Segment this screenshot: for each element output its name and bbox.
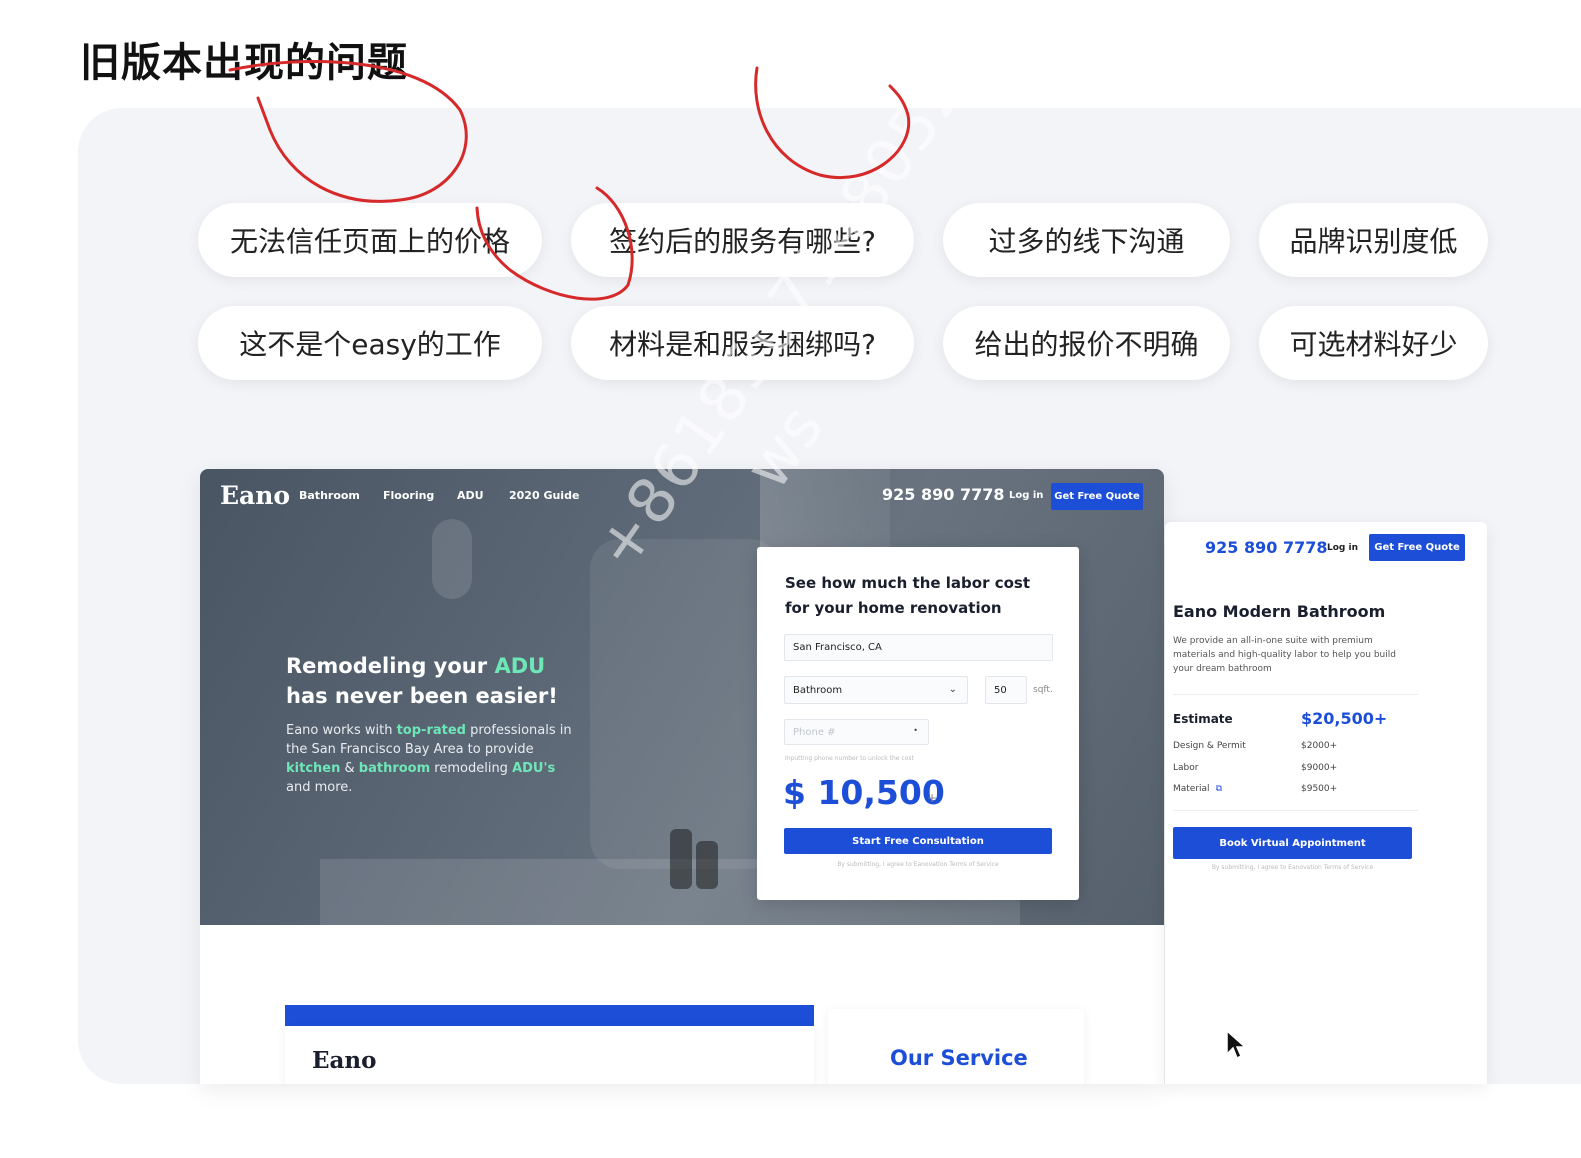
hero-photo-mirror [590, 539, 780, 869]
issue-pill: 这不是个easy的工作 [198, 306, 542, 380]
section-accent-bar [285, 1005, 814, 1026]
terms-note: By submitting, I agree to Eanovation Ter… [837, 861, 999, 868]
slide-title: 旧版本出现的问题 [80, 40, 408, 86]
phone-number[interactable]: 925 890 7778 [882, 485, 1004, 504]
estimate-row-label: Design & Permit [1173, 741, 1246, 751]
hero-text: and more. [286, 780, 353, 795]
start-consultation-button[interactable]: Start Free Consultation [784, 828, 1052, 854]
hero-heading-line2: has never been easier! [286, 684, 558, 708]
issue-pill: 签约后的服务有哪些? [571, 203, 914, 277]
hero-description: Eano works with top-rated professionals … [286, 721, 576, 797]
book-appointment-button[interactable]: Book Virtual Appointment [1173, 827, 1412, 859]
size-input[interactable]: 50 [985, 676, 1027, 704]
our-service-heading: Our Service [890, 1046, 1028, 1070]
hero-text: Eano works with [286, 723, 393, 738]
hero-heading-highlight: ADU [494, 654, 546, 678]
estimate-value: $20,500+ [1301, 709, 1388, 728]
hero-text: remodeling [434, 761, 508, 776]
external-link-icon[interactable]: ⧉ [1216, 784, 1222, 794]
divider [1173, 694, 1418, 695]
estimate-row-value: $2000+ [1301, 741, 1338, 751]
phone-input[interactable]: Phone # • [784, 719, 929, 745]
hero-section: Eano Bathroom Flooring ADU 2020 Guide 92… [200, 469, 1164, 925]
hero-photo-bottle [696, 841, 718, 889]
hero-highlight: kitchen [286, 761, 341, 776]
hero-highlight: bathroom [358, 761, 431, 776]
brand-logo[interactable]: Eano [220, 481, 290, 510]
estimate-row-value: $9500+ [1301, 784, 1338, 794]
estimate-row-label: Material [1173, 784, 1210, 794]
issue-pill: 无法信任页面上的价格 [198, 203, 542, 277]
product-description: We provide an all-in-one suite with prem… [1173, 636, 1396, 674]
login-link[interactable]: Log in [1009, 490, 1043, 501]
nav-link-adu[interactable]: ADU [457, 489, 484, 502]
hero-highlight: top-rated [396, 723, 466, 738]
labor-price: $ 10,500 [783, 773, 945, 812]
estimate-screenshot: 925 890 7778 Log in Get Free Quote Eano … [1165, 522, 1487, 1084]
location-input[interactable]: San Francisco, CA [784, 634, 1053, 661]
product-title: Eano Modern Bathroom [1173, 602, 1386, 621]
hero-photo-bottle [670, 829, 692, 889]
price-plus: + [927, 791, 938, 805]
nav-link-bathroom[interactable]: Bathroom [299, 489, 360, 502]
hero-text: & [344, 761, 355, 776]
calculator-title: See how much the labor cost for your hom… [785, 574, 1031, 617]
issue-pill: 品牌识别度低 [1259, 203, 1488, 277]
chevron-down-icon: ⌄ [948, 684, 957, 695]
estimate-row-label: Labor [1173, 763, 1199, 773]
issue-pill: 给出的报价不明确 [943, 306, 1230, 380]
dropdown-dot-icon: • [913, 726, 918, 735]
get-quote-button[interactable]: Get Free Quote [1051, 483, 1143, 510]
mouse-cursor-icon [1226, 1030, 1246, 1060]
nav-link-guide[interactable]: 2020 Guide [509, 489, 579, 502]
divider [1173, 810, 1418, 811]
issue-pill: 过多的线下沟通 [943, 203, 1230, 277]
footer-logo: Eano [312, 1047, 377, 1074]
hero-highlight: ADU's [512, 761, 556, 776]
terms-note: By submitting, I agree to Eanovation Ter… [1211, 864, 1374, 871]
hero-heading: Remodeling your ADU has never been easie… [286, 651, 558, 711]
issue-pill: 材料是和服务捆绑吗? [571, 306, 914, 380]
estimate-label: Estimate [1173, 712, 1233, 726]
room-select-value: Bathroom [793, 684, 843, 696]
login-link[interactable]: Log in [1327, 543, 1358, 553]
hero-photo-lamp [432, 519, 472, 599]
cost-calculator-card: See how much the labor cost for your hom… [757, 547, 1079, 900]
hero-heading-line1: Remodeling your [286, 654, 488, 678]
issue-pill: 可选材料好少 [1259, 306, 1488, 380]
phone-placeholder: Phone # [793, 726, 836, 738]
nav-link-flooring[interactable]: Flooring [383, 489, 434, 502]
estimate-row-value: $9000+ [1301, 763, 1338, 773]
get-quote-button[interactable]: Get Free Quote [1369, 534, 1465, 561]
room-select[interactable]: Bathroom ⌄ [784, 676, 968, 704]
size-unit: sqft. [1033, 685, 1053, 695]
phone-hint: Inputting phone number to unlock the cos… [785, 755, 914, 762]
estimate-row-material: Material ⧉ [1173, 784, 1222, 794]
phone-number[interactable]: 925 890 7778 [1205, 538, 1327, 557]
website-screenshot: Eano Bathroom Flooring ADU 2020 Guide 92… [200, 469, 1164, 1084]
